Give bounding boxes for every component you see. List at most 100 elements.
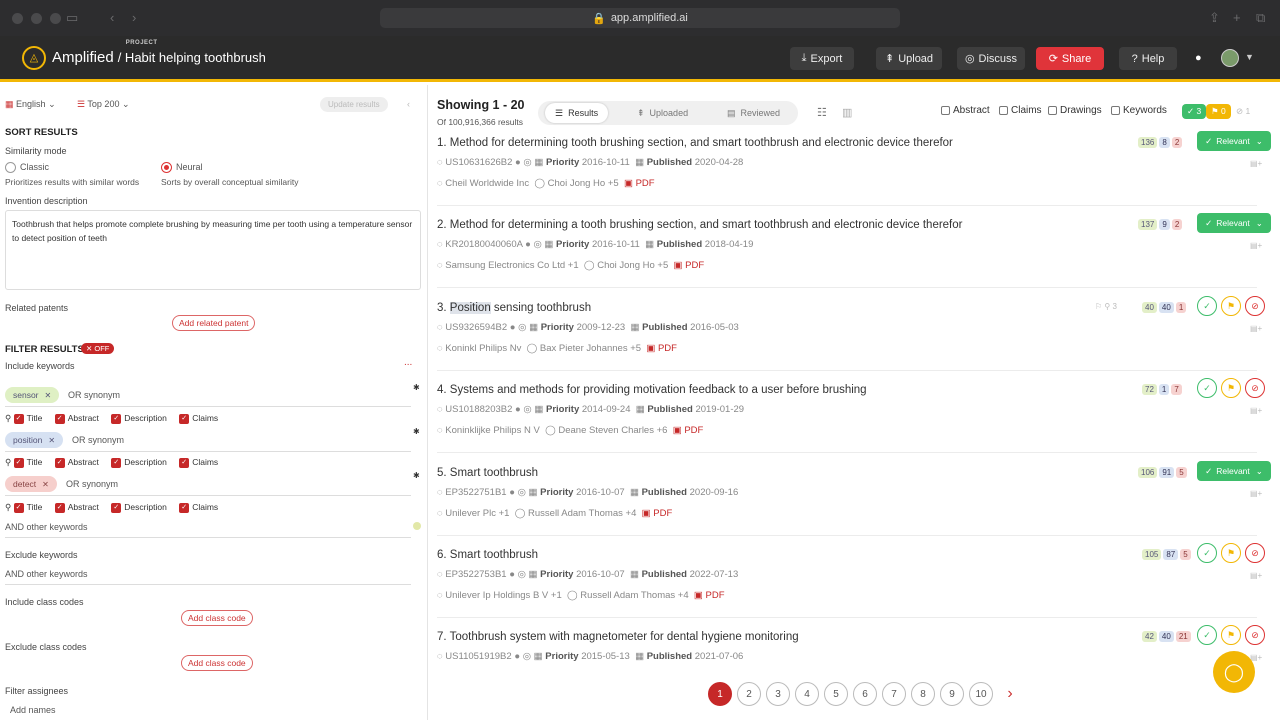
flag-icon[interactable]: ⚑	[1221, 296, 1241, 316]
bell-icon[interactable]: ●	[1195, 52, 1202, 64]
close-icon[interactable]: ✕	[48, 436, 55, 445]
page-8-button[interactable]: 8	[911, 682, 935, 706]
or-synonym-input[interactable]: OR synonym	[72, 435, 124, 445]
reject-icon[interactable]: ⊘	[1245, 625, 1265, 645]
search-icon[interactable]: ⚲	[5, 413, 11, 423]
add-related-patent-button[interactable]: Add related patent	[172, 315, 256, 331]
result-title[interactable]: 2. Method for determining a tooth brushi…	[437, 219, 962, 231]
add-class-code-button-exclude[interactable]: Add class code	[181, 655, 253, 671]
pdf-link[interactable]: ▣ PDF	[642, 508, 673, 519]
relevant-button[interactable]: ✓ Relevant ⌄	[1197, 213, 1271, 233]
page-5-button[interactable]: 5	[824, 682, 848, 706]
rejected-count-badge[interactable]: ⊘ 1	[1236, 106, 1250, 117]
share-button[interactable]: ⟳ Share	[1036, 47, 1104, 70]
note-icon[interactable]: ▤+	[1250, 571, 1262, 580]
add-class-code-button[interactable]: Add class code	[181, 610, 253, 626]
note-icon[interactable]: ▤+	[1250, 489, 1262, 498]
chevron-down-icon[interactable]: ▼	[1245, 52, 1254, 62]
neural-radio[interactable]: Neural	[161, 162, 203, 174]
pdf-link[interactable]: ▣ PDF	[674, 260, 705, 271]
mark-relevant-icon[interactable]: ✓	[1197, 625, 1217, 645]
back-icon[interactable]: ‹	[110, 10, 114, 25]
page-10-button[interactable]: 10	[969, 682, 993, 706]
keywords-filter-checkbox[interactable]: Keywords	[1111, 105, 1167, 116]
more-icon[interactable]: ...	[404, 357, 412, 368]
forward-icon[interactable]: ›	[132, 10, 136, 25]
keyword-chip-position[interactable]: position ✕	[5, 432, 64, 448]
result-title[interactable]: 5. Smart toothbrush	[437, 467, 538, 479]
sidebar-toggle-icon[interactable]: ▭	[66, 10, 78, 26]
project-title[interactable]: PROJECT / Habit helping toothbrush	[118, 40, 266, 65]
relevant-button[interactable]: ✓ Relevant ⌄	[1197, 131, 1271, 151]
patent-id[interactable]: EP3522753B1	[445, 569, 506, 580]
exclude-keywords-input[interactable]: AND other keywords	[5, 569, 88, 579]
new-tab-icon[interactable]: +	[1233, 10, 1241, 25]
close-icon[interactable]: ✕	[45, 391, 52, 400]
patent-id[interactable]: EP3522751B1	[445, 487, 506, 498]
description-checkbox[interactable]: ✓	[111, 502, 122, 513]
search-icon[interactable]: ⚲	[5, 502, 11, 512]
asterisk-icon[interactable]: ✱	[413, 471, 420, 480]
note-icon[interactable]: ▤+	[1250, 159, 1262, 168]
language-select[interactable]: ▦ English ⌄	[5, 99, 56, 110]
page-3-button[interactable]: 3	[766, 682, 790, 706]
search-icon[interactable]: ⚲	[5, 457, 11, 467]
discuss-button[interactable]: ◎ Discuss	[957, 47, 1025, 70]
drawings-filter-checkbox[interactable]: Drawings	[1048, 105, 1102, 116]
or-synonym-input[interactable]: OR synonym	[68, 390, 120, 400]
abstract-checkbox[interactable]: ✓	[54, 457, 65, 468]
window-controls[interactable]	[4, 12, 61, 24]
collapse-icon[interactable]: ‹	[407, 99, 410, 109]
mark-relevant-icon[interactable]: ✓	[1197, 543, 1217, 563]
keyword-chip-sensor[interactable]: sensor ✕	[5, 387, 60, 403]
tabs-overview-icon[interactable]: ⧉	[1256, 10, 1265, 26]
reject-icon[interactable]: ⊘	[1245, 378, 1265, 398]
brand-name[interactable]: Amplified	[52, 49, 114, 66]
flag-icon[interactable]: ⚑	[1221, 625, 1241, 645]
asterisk-icon[interactable]: ✱	[413, 383, 420, 392]
page-7-button[interactable]: 7	[882, 682, 906, 706]
and-other-keywords-input[interactable]: AND other keywords	[5, 522, 88, 532]
flag-icon[interactable]: ⚑	[1221, 378, 1241, 398]
chart-view-icon[interactable]: ▥	[842, 106, 852, 119]
flag-icon[interactable]: ⚑	[1221, 543, 1241, 563]
description-checkbox[interactable]: ✓	[111, 413, 122, 424]
result-title[interactable]: 3. Position sensing toothbrush	[437, 302, 591, 314]
page-9-button[interactable]: 9	[940, 682, 964, 706]
reject-icon[interactable]: ⊘	[1245, 296, 1265, 316]
page-2-button[interactable]: 2	[737, 682, 761, 706]
top-select[interactable]: ☰ Top 200 ⌄	[77, 99, 130, 110]
claims-filter-checkbox[interactable]: Claims	[999, 105, 1042, 116]
classic-radio[interactable]: Classic	[5, 162, 49, 174]
mark-relevant-icon[interactable]: ✓	[1197, 296, 1217, 316]
next-page-icon[interactable]: ›	[998, 682, 1022, 706]
upload-button[interactable]: ⇞ Upload	[876, 47, 942, 70]
tag-icon[interactable]: ⚐ ⚲ 3	[1095, 302, 1117, 311]
result-title[interactable]: 1. Method for determining tooth brushing…	[437, 137, 953, 149]
relevant-count-badge[interactable]: ✓ 3	[1182, 104, 1207, 119]
result-title[interactable]: 4. Systems and methods for providing mot…	[437, 384, 867, 396]
pdf-link[interactable]: ▣ PDF	[694, 590, 725, 601]
list-view-icon[interactable]: ☷	[817, 106, 827, 119]
or-synonym-input[interactable]: OR synonym	[66, 479, 118, 489]
mark-relevant-icon[interactable]: ✓	[1197, 378, 1217, 398]
update-results-button[interactable]: Update results	[320, 97, 388, 112]
description-checkbox[interactable]: ✓	[111, 457, 122, 468]
patent-id[interactable]: US10631626B2	[445, 157, 512, 168]
note-icon[interactable]: ▤+	[1250, 324, 1262, 333]
keyword-chip-detect[interactable]: detect ✕	[5, 476, 57, 492]
add-names-input[interactable]: Add names	[10, 705, 56, 715]
pdf-link[interactable]: ▣ PDF	[624, 178, 655, 189]
reject-icon[interactable]: ⊘	[1245, 543, 1265, 563]
avatar[interactable]	[1221, 49, 1239, 67]
patent-id[interactable]: US11051919B2	[445, 651, 511, 662]
tab-reviewed[interactable]: ▤ Reviewed	[717, 103, 790, 123]
relevant-button[interactable]: ✓ Relevant ⌄	[1197, 461, 1271, 481]
tab-results[interactable]: ☰ Results	[545, 103, 609, 123]
abstract-checkbox[interactable]: ✓	[54, 413, 65, 424]
page-4-button[interactable]: 4	[795, 682, 819, 706]
close-icon[interactable]: ✕	[42, 480, 49, 489]
claims-checkbox[interactable]: ✓	[179, 457, 190, 468]
pdf-link[interactable]: ▣ PDF	[646, 343, 677, 354]
claims-checkbox[interactable]: ✓	[179, 413, 190, 424]
